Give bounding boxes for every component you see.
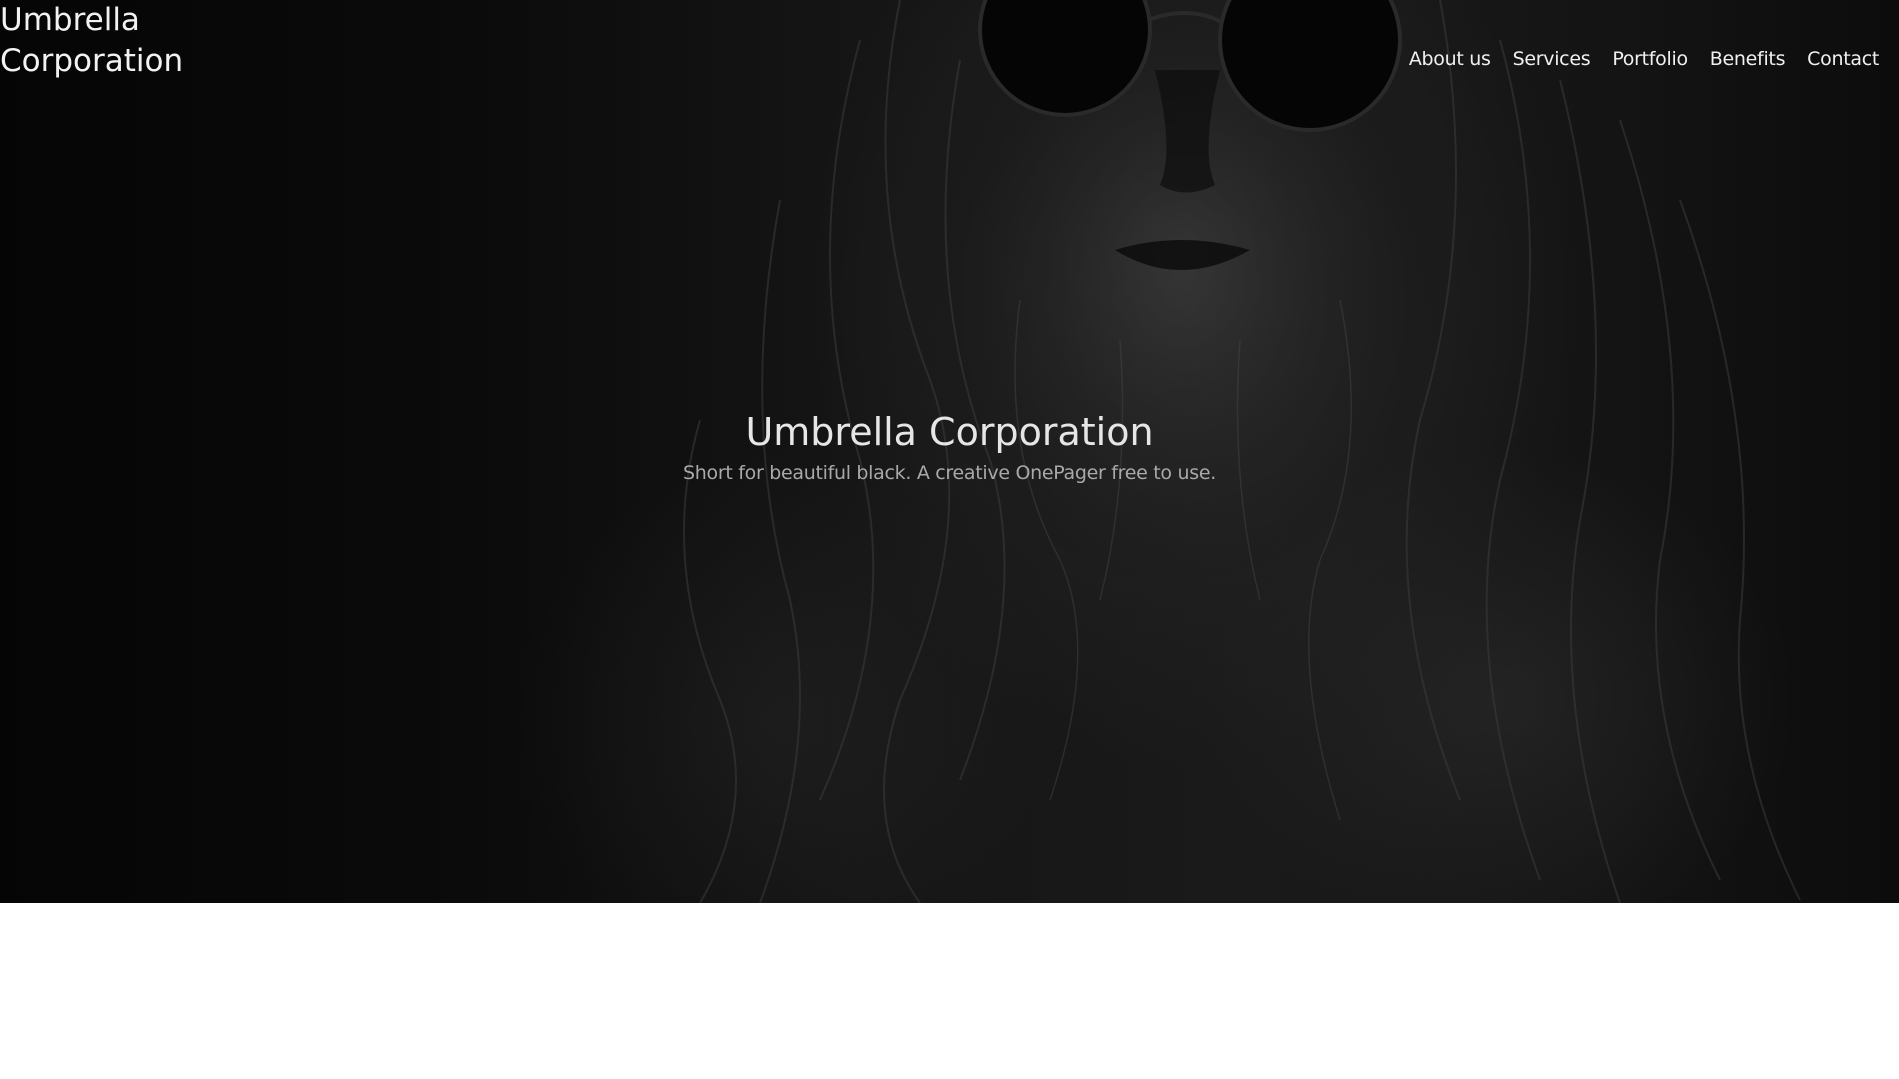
content-section <box>0 903 1899 1079</box>
hero-section: Umbrella Corporation About us Services P… <box>0 0 1899 903</box>
nav-portfolio[interactable]: Portfolio <box>1612 48 1688 70</box>
brand-logo[interactable]: Umbrella Corporation <box>0 0 190 82</box>
nav-contact[interactable]: Contact <box>1807 48 1879 70</box>
main-navigation: About us Services Portfolio Benefits Con… <box>1409 48 1879 70</box>
hero-subtitle: Short for beautiful black. A creative On… <box>683 462 1216 484</box>
hero-title: Umbrella Corporation <box>745 410 1154 454</box>
nav-benefits[interactable]: Benefits <box>1710 48 1786 70</box>
nav-services[interactable]: Services <box>1513 48 1591 70</box>
nav-about-us[interactable]: About us <box>1409 48 1491 70</box>
